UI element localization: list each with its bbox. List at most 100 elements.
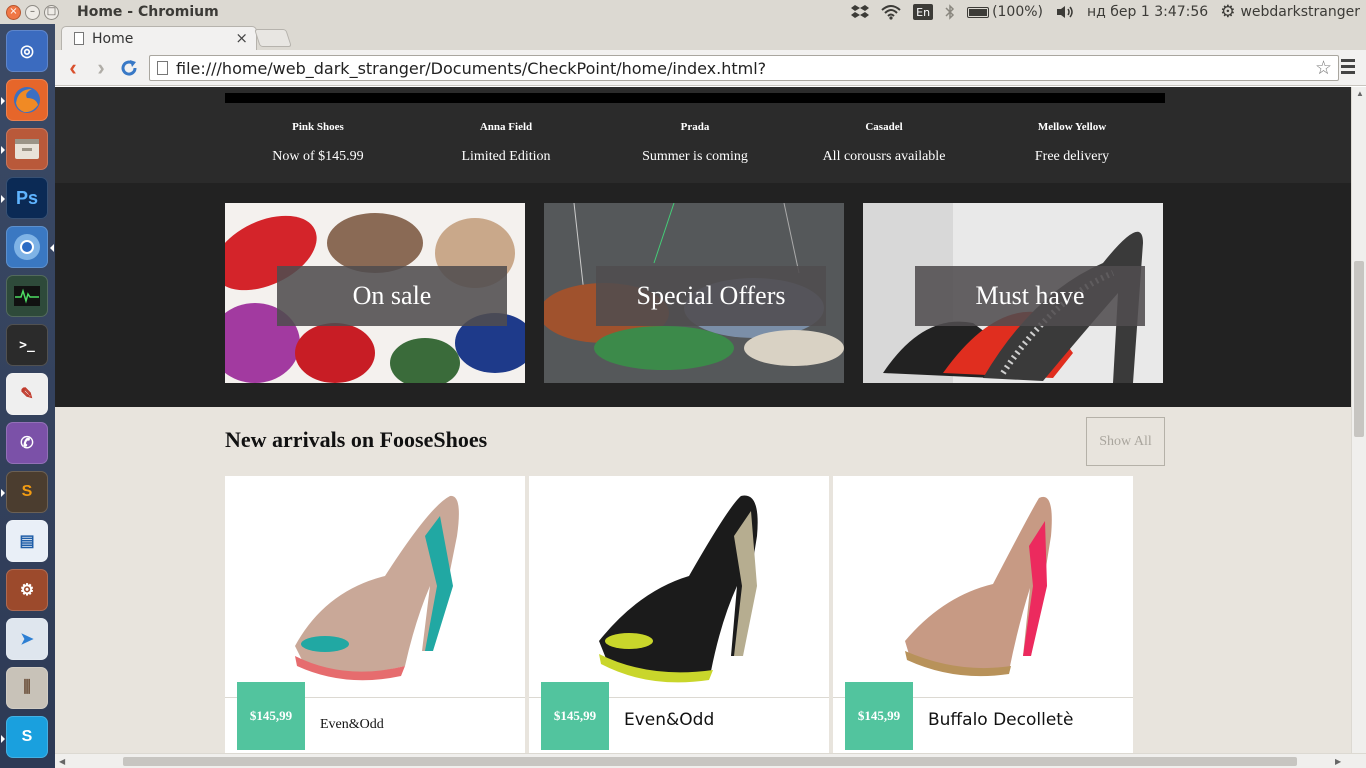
horizontal-scrollbar[interactable]: ◀ ▶ <box>55 753 1366 768</box>
gear-icon: ⚙ <box>1220 2 1236 22</box>
viber-icon[interactable]: ✆ <box>6 422 48 464</box>
promo-band: On sale Special Offers Must have <box>55 183 1351 407</box>
promo-label: Must have <box>915 266 1145 326</box>
brand-note: Summer is coming <box>642 149 748 164</box>
product-card[interactable]: $145,99 Even&Odd <box>529 476 829 753</box>
tab-strip: Home × <box>55 24 1366 50</box>
page-icon <box>74 32 84 45</box>
url-text: file:///home/web_dark_stranger/Documents… <box>176 58 767 78</box>
product-name[interactable]: Even&Odd <box>320 717 384 733</box>
browser-toolbar: ‹ › file:///home/web_dark_stranger/Docum… <box>55 50 1366 86</box>
brand-note: Now of $145.99 <box>272 149 364 164</box>
price-badge: $145,99 <box>845 682 913 750</box>
running-indicator <box>1 195 5 203</box>
system-monitor-icon[interactable] <box>6 275 48 317</box>
scroll-left-icon[interactable]: ◀ <box>59 757 65 766</box>
minimize-window-button[interactable]: – <box>25 4 40 20</box>
files-icon[interactable] <box>6 128 48 170</box>
product-name[interactable]: Even&Odd <box>624 710 714 730</box>
running-indicator <box>1 735 5 743</box>
chromium-icon[interactable] <box>6 226 48 268</box>
promo-label: Special Offers <box>596 266 826 326</box>
promo-on-sale[interactable]: On sale <box>225 203 525 383</box>
terminal-icon[interactable]: >_ <box>6 324 48 366</box>
brand-item[interactable]: Casadel All corousrs available <box>789 121 979 165</box>
firefox-icon[interactable] <box>6 79 48 121</box>
forward-arrow-icon[interactable]: › <box>89 55 113 80</box>
indicator-area: En (100%) нд бер 1 3:47:56 ⚙ webdarkstra… <box>851 0 1360 24</box>
text-editor-icon[interactable]: ✎ <box>6 373 48 415</box>
brand-item[interactable]: Pink Shoes Now of $145.99 <box>223 121 413 165</box>
skype-icon[interactable]: S <box>6 716 48 758</box>
brand-item[interactable]: Prada Summer is coming <box>600 121 790 165</box>
brand-name: Pink Shoes <box>292 121 344 133</box>
photoshop-icon[interactable]: Ps <box>6 177 48 219</box>
wifi-icon[interactable] <box>881 4 901 20</box>
product-name[interactable]: Buffalo Decolletè <box>928 710 1073 730</box>
paper-plane-icon[interactable]: ➤ <box>6 618 48 660</box>
price-badge: $145,99 <box>237 682 305 750</box>
product-footer: $145,99 Even&Odd <box>225 682 525 752</box>
clock[interactable]: нд бер 1 3:47:56 <box>1087 4 1208 20</box>
running-indicator <box>1 146 5 154</box>
page-viewport: Pink Shoes Now of $145.99 Anna Field Lim… <box>55 87 1351 753</box>
scroll-up-icon[interactable]: ▲ <box>1356 89 1364 98</box>
promo-label: On sale <box>277 266 507 326</box>
horizontal-scroll-thumb[interactable] <box>123 757 1297 766</box>
address-bar[interactable]: file:///home/web_dark_stranger/Documents… <box>149 55 1339 81</box>
tab-title: Home <box>92 30 134 47</box>
keyboard-layout-indicator[interactable]: En <box>913 4 934 20</box>
page-icon <box>157 61 168 75</box>
tab-home[interactable]: Home × <box>61 26 257 50</box>
chromium-window: Home × ‹ › file:///home/web_dark_strange… <box>55 24 1366 768</box>
section-title: New arrivals on FooseShoes <box>225 427 488 452</box>
username-label: webdarkstranger <box>1240 4 1360 20</box>
sublime-text-icon[interactable]: S <box>6 471 48 513</box>
maximize-window-button[interactable]: □ <box>44 4 59 20</box>
brand-note: Free delivery <box>1034 149 1110 164</box>
active-indicator <box>50 244 54 252</box>
show-all-button[interactable]: Show All <box>1086 417 1165 466</box>
vertical-scroll-thumb[interactable] <box>1354 261 1364 437</box>
vertical-scrollbar[interactable]: ▲ <box>1351 87 1366 753</box>
brand-name: Mellow Yellow <box>1037 121 1107 133</box>
bookmark-star-icon[interactable]: ☆ <box>1315 57 1332 79</box>
session-menu[interactable]: ⚙ webdarkstranger <box>1220 2 1360 22</box>
battery-icon <box>967 6 990 18</box>
price-badge: $145,99 <box>541 682 609 750</box>
brand-item[interactable]: Mellow Yellow Free delivery <box>977 121 1167 165</box>
window-title: Home - Chromium <box>77 4 219 20</box>
window-controls: × – □ <box>6 4 59 20</box>
running-indicator <box>1 97 5 105</box>
scroll-right-icon[interactable]: ▶ <box>1335 757 1341 766</box>
dash-home-icon[interactable]: ◎ <box>6 30 48 72</box>
promo-special-offers[interactable]: Special Offers <box>544 203 844 383</box>
battery-percent: (100%) <box>992 4 1044 20</box>
battery-indicator[interactable]: (100%) <box>967 4 1043 20</box>
browser-menu-icon[interactable] <box>1341 59 1355 77</box>
brand-note: Limited Edition <box>461 149 551 164</box>
product-image <box>529 476 829 695</box>
top-panel: × – □ Home - Chromium En (100%) нд бер 1… <box>0 0 1366 24</box>
unity-launcher: ◎ Ps >_ ✎ ✆ S ▤ ⚙ ➤ ⫼ S <box>0 24 55 768</box>
close-window-button[interactable]: × <box>6 4 21 20</box>
back-arrow-icon[interactable]: ‹ <box>61 55 85 80</box>
black-divider-bar <box>225 93 1165 103</box>
brand-item[interactable]: Anna Field Limited Edition <box>411 121 601 165</box>
brand-name: Anna Field <box>479 121 533 133</box>
product-image <box>833 476 1133 695</box>
promo-must-have[interactable]: Must have <box>863 203 1163 383</box>
tab-close-icon[interactable]: × <box>235 29 248 47</box>
mixer-icon[interactable]: ⫼ <box>6 667 48 709</box>
dropbox-icon[interactable] <box>851 4 870 20</box>
volume-icon[interactable] <box>1055 4 1075 20</box>
new-tab-button[interactable] <box>254 29 292 47</box>
product-footer: $145,99 Even&Odd <box>529 682 829 752</box>
product-card[interactable]: $145,99 Buffalo Decolletè <box>833 476 1133 753</box>
product-card[interactable]: $145,99 Even&Odd <box>225 476 525 753</box>
system-settings-icon[interactable]: ⚙ <box>6 569 48 611</box>
product-footer: $145,99 Buffalo Decolletè <box>833 682 1133 752</box>
reload-icon[interactable] <box>117 56 141 80</box>
bluetooth-icon[interactable] <box>945 4 955 20</box>
writer-icon[interactable]: ▤ <box>6 520 48 562</box>
